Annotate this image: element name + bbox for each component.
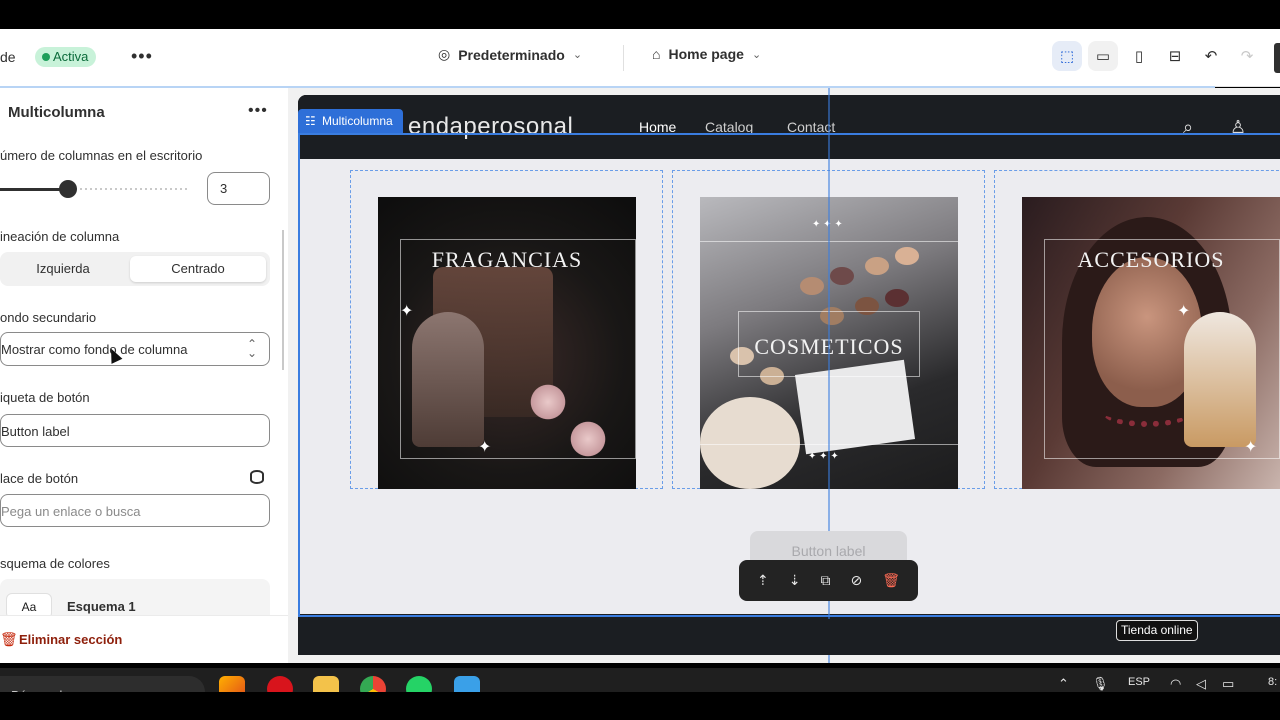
undo-button[interactable]: ↶ [1196,41,1226,71]
secondary-background-label: ondo secundario [0,310,97,325]
clock[interactable]: 8: [1268,676,1277,688]
screen-top-bar [0,0,1280,29]
page-selector-label: Home page [668,46,744,62]
columns-count-label: úmero de columnas en el escritorio [0,148,203,163]
tooltip: Tienda online [1116,620,1198,641]
delete-icon[interactable]: 🗑 [882,572,900,589]
color-scheme-label: squema de colores [0,556,110,571]
status-badge: Activa [35,47,97,67]
panel-title: Multicolumna [8,104,105,121]
full-width-view-button[interactable]: ⊟ [1160,41,1190,71]
battery-icon[interactable]: ▭ [1222,676,1234,692]
column-alignment-label: ineación de columna [0,229,120,244]
dynamic-source-icon[interactable] [250,470,264,484]
page-selector[interactable]: ⌂ Home page ⌄ [652,46,761,62]
screen-bottom-bar [0,692,1280,720]
desktop-icon: ▭ [1095,48,1111,65]
redo-button[interactable]: ↷ [1232,41,1262,71]
button-link-label: lace de botón [0,471,79,486]
volume-icon[interactable]: ◁ [1196,676,1206,692]
hide-icon[interactable]: ⊘ [850,572,862,589]
header-toolbar: ⬚ ▭ ▯ ⊟ ↶ ↷ [1052,41,1262,71]
columns-count-input[interactable]: 3 [207,172,270,205]
wifi-icon[interactable]: ◠ [1170,676,1181,692]
microphone-icon[interactable]: 🎙 [1092,676,1109,692]
trash-icon: 🗑 [0,631,18,647]
theme-name[interactable]: de [0,49,16,65]
secondary-background-value: Mostrar como fondo de columna [1,342,188,357]
button-link-input[interactable]: Pega un enlace o busca [0,494,270,527]
header-divider [623,45,624,71]
redo-icon: ↷ [1240,48,1254,65]
column-alignment-segmented: Izquierda Centrado [0,252,270,286]
section-floating-toolbar: ⇡ ⇣ ⧉ ⊘ 🗑 [739,560,918,601]
mobile-icon: ▯ [1134,48,1144,65]
color-scheme-picker[interactable]: Aa Esquema 1 [0,579,270,619]
expand-icon: ⊟ [1168,48,1182,65]
columns-slider-fill [0,188,66,191]
language-indicator[interactable]: ESP [1128,676,1150,688]
undo-icon: ↶ [1204,48,1218,65]
select-arrows-icon: ⌃ ⌄ [246,337,257,360]
section-tag[interactable]: Multicolumna [298,109,403,133]
home-icon: ⌂ [652,46,661,62]
template-selector[interactable]: ◎ Predeterminado ⌄ [438,46,582,63]
editor-header: de Activa ••• ◎ Predeterminado ⌄ ⌂ Home … [0,29,1280,87]
save-button[interactable] [1274,43,1280,73]
more-actions-button[interactable]: ••• [131,46,153,67]
panel-footer: 🗑 Eliminar sección [0,615,288,663]
select-pointer-icon: ⬚ [1059,48,1075,65]
inspector-toggle-button[interactable]: ⬚ [1052,41,1082,71]
move-down-icon[interactable]: ⇣ [789,572,801,589]
alignment-option-center[interactable]: Centrado [130,256,266,282]
chevron-down-icon: ⌄ [751,48,762,61]
delete-section-button[interactable]: Eliminar sección [19,632,122,647]
duplicate-icon[interactable]: ⧉ [820,572,830,589]
button-label-input[interactable]: Button label [0,414,270,447]
section-settings-panel: Multicolumna ••• úmero de columnas en el… [0,88,288,663]
panel-more-button[interactable]: ••• [248,102,268,120]
columns-slider-handle[interactable] [59,180,77,198]
globe-icon: ◎ [438,46,451,62]
desktop-view-button[interactable]: ▭ [1088,41,1118,71]
move-up-icon[interactable]: ⇡ [757,572,769,589]
mobile-view-button[interactable]: ▯ [1124,41,1154,71]
scheme-name: Esquema 1 [67,599,136,614]
alignment-option-left[interactable]: Izquierda [0,256,126,282]
chevron-down-icon: ⌄ [572,49,583,61]
secondary-background-select[interactable]: Mostrar como fondo de columna ⌃ ⌄ [0,332,270,366]
panel-scrollbar[interactable] [282,230,284,370]
button-label-label: iqueta de botón [0,390,90,405]
template-selector-label: Predeterminado [458,46,565,63]
chevron-up-icon[interactable]: ⌃ [1058,676,1069,692]
